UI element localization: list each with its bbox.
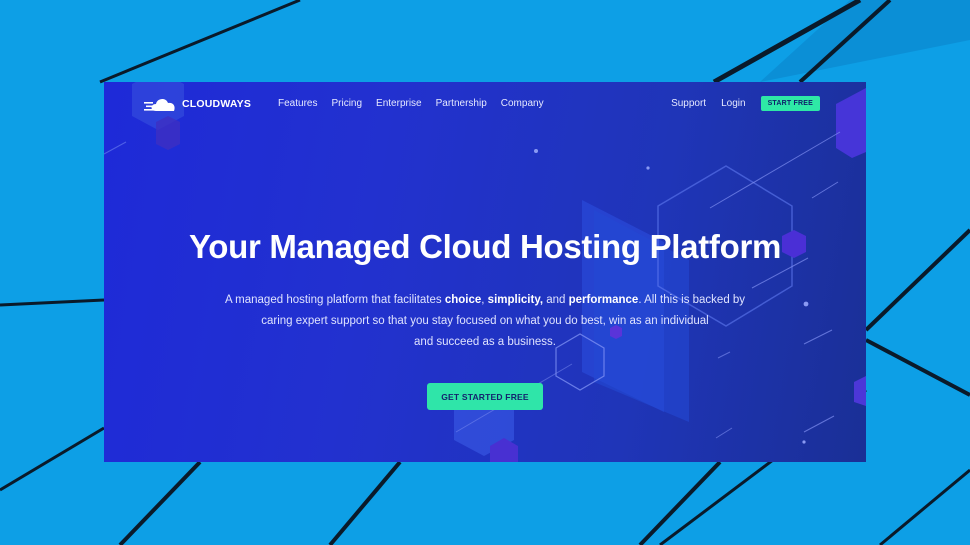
start-free-button[interactable]: START FREE <box>760 96 820 111</box>
nav-enterprise[interactable]: Enterprise <box>376 98 422 109</box>
subtitle-and: and <box>543 294 569 306</box>
brand-name: CLOUDWAYS <box>182 98 252 110</box>
subtitle-line-1: A managed hosting platform that facilita… <box>200 290 770 311</box>
nav-pricing[interactable]: Pricing <box>331 98 362 109</box>
nav-support[interactable]: Support <box>671 98 706 109</box>
subtitle-performance: performance <box>568 294 639 306</box>
cloudways-logo[interactable]: CLOUDWAYS <box>144 94 251 114</box>
subtitle-text-end: . All this is backed by <box>638 294 746 306</box>
account-menu: Support Login START FREE <box>671 96 820 111</box>
subtitle-line-3: and succeed as a business. <box>414 336 556 348</box>
get-started-free-button[interactable]: GET STARTED FREE <box>427 383 543 410</box>
nav-company[interactable]: Company <box>501 98 544 109</box>
subtitle-line-2: caring expert support so that you stay f… <box>261 315 709 327</box>
cloud-logo-icon <box>144 98 175 111</box>
subtitle-simplicity: simplicity, <box>487 294 544 306</box>
main-menu: Features Pricing Enterprise Partnership … <box>278 98 558 109</box>
subtitle-text: A managed hosting platform that facilita… <box>224 294 445 306</box>
nav-login[interactable]: Login <box>721 98 745 109</box>
nav-partnership[interactable]: Partnership <box>436 98 487 109</box>
top-nav: CLOUDWAYS Features Pricing Enterprise Pa… <box>104 82 866 126</box>
website-screenshot: CLOUDWAYS Features Pricing Enterprise Pa… <box>104 82 866 462</box>
subtitle-choice: choice <box>444 294 482 306</box>
hero-title: Your Managed Cloud Hosting Platform <box>188 228 782 265</box>
hero-subtitle: A managed hosting platform that facilita… <box>200 290 770 353</box>
nav-features[interactable]: Features <box>278 98 317 109</box>
